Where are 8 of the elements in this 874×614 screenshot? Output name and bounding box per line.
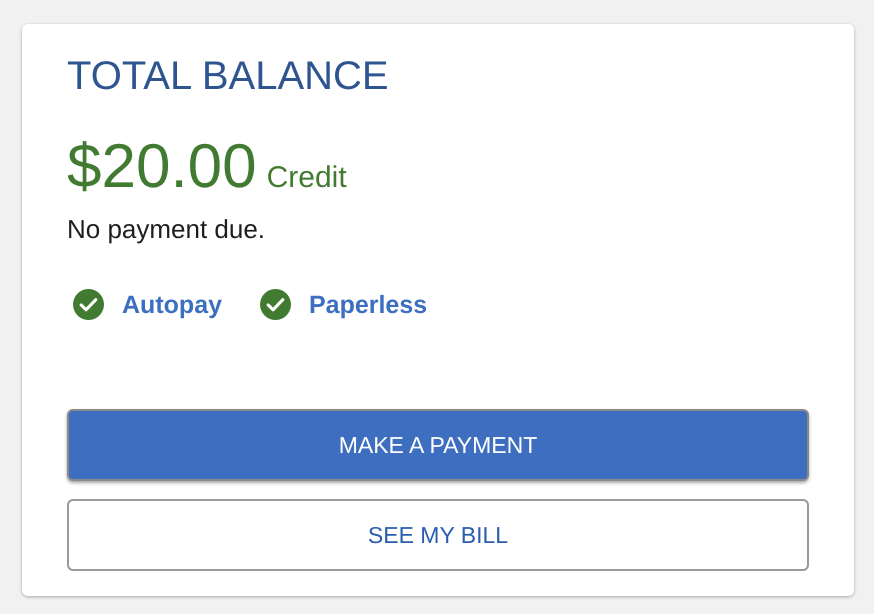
feature-link[interactable]: Autopay <box>122 290 222 320</box>
balance-amount: $20.00 <box>67 132 257 202</box>
card-title: TOTAL BALANCE <box>67 53 389 100</box>
balance-label: Credit <box>266 160 347 196</box>
feature-link[interactable]: Paperless <box>309 290 428 320</box>
payment-message: No payment due. <box>67 213 266 245</box>
make-payment-button[interactable]: MAKE A PAYMENT <box>67 409 809 481</box>
see-bill-button[interactable]: SEE MY BILL <box>67 499 809 571</box>
